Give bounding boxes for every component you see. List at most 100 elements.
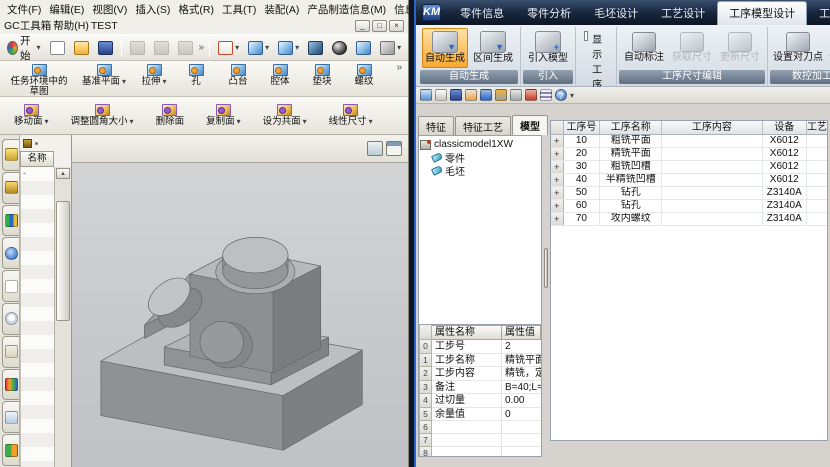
quick-save-icon[interactable] <box>450 89 462 101</box>
range-generate-button[interactable]: ▼区间生成 <box>470 28 516 68</box>
quick-copy-icon[interactable] <box>510 89 522 101</box>
assembly-navigator-tab[interactable] <box>2 139 19 171</box>
shaded-button[interactable]: ▾ <box>275 39 302 57</box>
pad-button[interactable]: 垫块 <box>304 62 340 89</box>
quick-list-icon[interactable] <box>540 89 552 101</box>
property-row[interactable]: 2工步内容精铣，定位尺 <box>419 367 541 381</box>
task-sketch-button[interactable]: 任务环境中的草图 <box>6 62 72 100</box>
toolbar-overflow[interactable]: » <box>199 42 205 53</box>
row-expander-icon[interactable]: + <box>551 200 564 212</box>
property-value-header[interactable]: 属性值 <box>502 325 541 340</box>
new-button[interactable] <box>47 39 68 57</box>
resize-blend-button[interactable]: 调整圆角大小▾ <box>67 102 138 129</box>
navigator-rows[interactable]: - <box>20 167 54 467</box>
property-row[interactable]: 7 <box>419 434 541 447</box>
open-button[interactable] <box>71 39 92 57</box>
part-navigator-tab[interactable] <box>2 205 19 237</box>
menu-help[interactable]: 帮助(H) <box>53 18 89 33</box>
save-model-button[interactable]: 保存模型 <box>826 29 830 67</box>
col-process-no[interactable]: 工序号 <box>564 121 601 134</box>
extrude-button[interactable]: 拉伸▾ <box>136 62 172 89</box>
process-row[interactable]: +20精铣平面X6012 <box>551 148 827 161</box>
sketch-display-button[interactable]: ▾ <box>215 39 242 57</box>
history-tab[interactable] <box>2 270 19 302</box>
property-row[interactable]: 0工步号2 <box>419 340 541 354</box>
menu-pmi[interactable]: 产品制造信息(M) <box>304 1 389 18</box>
row-expander-icon[interactable]: + <box>551 213 564 225</box>
name-column-header[interactable]: 名称 <box>20 151 54 167</box>
checkbox-icon[interactable] <box>584 31 588 41</box>
quick-link-icon[interactable] <box>525 89 537 101</box>
quick-toolbar-dropdown-icon[interactable]: ▾ <box>570 91 574 100</box>
wireframe-button[interactable] <box>305 39 326 57</box>
splitter-handle[interactable] <box>544 248 548 288</box>
tab-feature-process[interactable]: 特征工艺 <box>455 116 511 135</box>
tab-blank-design[interactable]: 毛坯设计 <box>583 2 649 25</box>
tree-part-node[interactable]: 零件 <box>420 151 540 164</box>
process-row[interactable]: +50钻孔Z3140A <box>551 187 827 200</box>
row-expander-icon[interactable]: + <box>551 148 564 160</box>
scrollbar-thumb[interactable] <box>56 201 70 321</box>
tree-blank-node[interactable]: 毛坯 <box>420 164 540 177</box>
linear-dimension-button[interactable]: 线性尺寸▾ <box>325 102 377 129</box>
property-row[interactable]: 4过切量0.00 <box>419 394 541 408</box>
make-coplanar-button[interactable]: 设为共面▾ <box>259 102 311 129</box>
save-button[interactable] <box>95 39 116 57</box>
tree-collapse-icon[interactable]: - <box>23 168 26 178</box>
thread-button[interactable]: 螺纹 <box>346 62 382 89</box>
paste-button[interactable] <box>175 39 196 57</box>
tab-part-analysis[interactable]: 零件分析 <box>516 2 582 25</box>
process-row[interactable]: +30粗铣凹槽X6012 <box>551 161 827 174</box>
menu-edit[interactable]: 编辑(E) <box>46 1 87 18</box>
help-icon[interactable]: ? <box>555 89 567 101</box>
viewport-tool-button-2[interactable] <box>386 141 402 156</box>
menu-tools[interactable]: 工具(T) <box>219 1 259 18</box>
scroll-up-icon[interactable]: ▲ <box>56 168 70 179</box>
row-expander-icon[interactable]: + <box>551 135 564 147</box>
row-expander-icon[interactable]: + <box>551 187 564 199</box>
tab-process-design[interactable]: 工艺设计 <box>650 2 716 25</box>
tab-feature[interactable]: 特征 <box>418 116 454 135</box>
web-browser-tab[interactable] <box>2 237 19 269</box>
hole-button[interactable]: 孔 <box>178 62 214 89</box>
quick-open-icon[interactable] <box>435 89 447 101</box>
restore-button[interactable]: □ <box>372 20 387 32</box>
row-expander-icon[interactable]: + <box>551 174 564 186</box>
property-row[interactable]: 3备注B=40;L=90;H= <box>419 381 541 395</box>
quick-layers-icon[interactable] <box>480 89 492 101</box>
navigator-scrollbar[interactable]: ▲ <box>54 167 71 467</box>
property-row[interactable]: 8 <box>419 447 541 457</box>
col-equipment[interactable]: 设备 <box>763 121 807 134</box>
selection-tab[interactable] <box>2 401 19 433</box>
feature-toolbar-overflow[interactable]: » <box>396 62 402 73</box>
close-button[interactable]: × <box>389 20 404 32</box>
auto-dimension-button[interactable]: 自动标注 <box>621 29 667 67</box>
start-button[interactable]: 开始 ▾ <box>4 31 44 65</box>
property-row[interactable]: 5余量值0 <box>419 408 541 422</box>
property-row[interactable]: 6 <box>419 421 541 434</box>
roles-tab[interactable] <box>2 434 19 466</box>
delete-face-button[interactable]: 删除面 <box>152 102 189 129</box>
menu-file[interactable]: 文件(F) <box>4 1 44 18</box>
shaded-edges-button[interactable]: ▾ <box>245 39 272 57</box>
set-tool-point-button[interactable]: 设置对刀点 <box>772 29 824 67</box>
move-face-button[interactable]: 移动面▾ <box>10 102 53 129</box>
col-process-name[interactable]: 工序名称 <box>600 121 662 134</box>
tab-part-info[interactable]: 零件信息 <box>449 2 515 25</box>
update-dimension-button[interactable]: 更新尺寸 <box>717 29 763 67</box>
property-row[interactable]: 1工步名称精铣平面 <box>419 354 541 368</box>
process-row[interactable]: +70攻内螺纹Z3140A <box>551 213 827 226</box>
quick-tool-icon[interactable] <box>465 89 477 101</box>
process-row[interactable]: +10粗铣平面X6012 <box>551 135 827 148</box>
auto-generate-button[interactable]: ▼自动生成 <box>422 28 468 68</box>
navigator-pin-icon[interactable] <box>23 139 32 148</box>
graphics-viewport[interactable] <box>72 163 408 467</box>
get-dimension-button[interactable]: 获取尺寸 <box>669 29 715 67</box>
orient-view-button[interactable] <box>353 39 374 57</box>
property-name-header[interactable]: 属性名称 <box>432 325 502 340</box>
panel-splitter[interactable] <box>542 118 550 457</box>
copy-button[interactable] <box>151 39 172 57</box>
boss-button[interactable]: 凸台 <box>220 62 256 89</box>
tab-tools[interactable]: 工具 <box>808 2 830 25</box>
menu-assembly[interactable]: 装配(A) <box>261 1 302 18</box>
